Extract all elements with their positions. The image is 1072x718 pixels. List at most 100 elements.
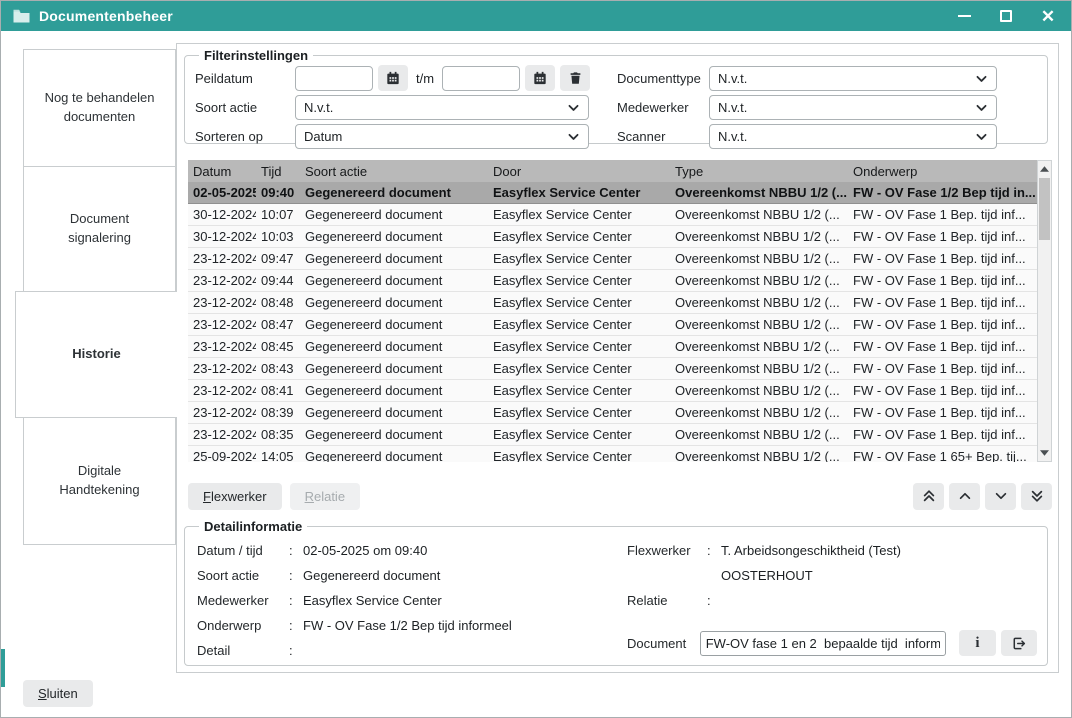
filter-legend: Filterinstellingen [199, 48, 313, 63]
scrollbar-thumb[interactable] [1039, 178, 1050, 240]
clear-dates-button[interactable] [560, 65, 590, 91]
cell-datum: 23-12-2024 [188, 273, 256, 288]
chevron-down-icon [567, 101, 580, 114]
table-row[interactable]: 23-12-2024 09:47 Gegenereerd document Ea… [188, 248, 1037, 270]
next-record-button[interactable] [985, 483, 1016, 510]
colon: : [707, 538, 721, 588]
documenttype-select[interactable]: N.v.t. [709, 66, 997, 91]
cell-datum: 30-12-2024 [188, 229, 256, 244]
cell-onderwerp: FW - OV Fase 1 Bep. tijd inf... [848, 361, 1037, 376]
cell-datum: 02-05-2025 [188, 185, 256, 200]
sluiten-button[interactable]: Sluiten [23, 680, 93, 707]
close-icon[interactable]: ✕ [1039, 7, 1057, 25]
maximize-icon[interactable] [997, 7, 1015, 25]
flexwerker-name: T. Arbeidsongeschiktheid (Test) [721, 538, 1037, 563]
previous-record-button[interactable] [949, 483, 980, 510]
cell-tijd: 08:43 [256, 361, 300, 376]
column-header-soort-actie[interactable]: Soort actie [300, 164, 488, 179]
column-header-tijd[interactable]: Tijd [256, 164, 300, 179]
first-record-button[interactable] [913, 483, 944, 510]
detail-row-onderwerp: Onderwerp : FW - OV Fase 1/2 Bep tijd in… [197, 613, 617, 638]
vertical-scrollbar[interactable] [1037, 160, 1052, 462]
cell-onderwerp: FW - OV Fase 1 Bep. tijd inf... [848, 427, 1037, 442]
colon: : [707, 588, 721, 613]
column-header-datum[interactable]: Datum [188, 164, 256, 179]
cell-soort-actie: Gegenereerd document [300, 427, 488, 442]
cell-soort-actie: Gegenereerd document [300, 361, 488, 376]
relatie-value [721, 588, 1037, 613]
detail-row-relatie: Relatie : [627, 588, 1037, 613]
column-header-door[interactable]: Door [488, 164, 670, 179]
detail-row-soort-actie: Soort actie : Gegenereerd document [197, 563, 617, 588]
table-row[interactable]: 30-12-2024 10:07 Gegenereerd document Ea… [188, 204, 1037, 226]
scanner-value: N.v.t. [718, 129, 747, 144]
column-header-onderwerp[interactable]: Onderwerp [848, 164, 1037, 179]
sidebar-tab-document-signalering[interactable]: Document signalering [23, 166, 176, 292]
cell-type: Overeenkomst NBBU 1/2 (... [670, 449, 848, 462]
cell-type: Overeenkomst NBBU 1/2 (... [670, 185, 848, 200]
chevron-down-icon [975, 101, 988, 114]
sidebar-tab-digitale-handtekening[interactable]: Digitale Handtekening [23, 417, 176, 545]
tab-label: Historie [72, 345, 120, 364]
calendar-from-button[interactable] [378, 65, 408, 91]
document-info-button[interactable]: i [959, 630, 995, 656]
colon: : [289, 538, 303, 563]
detail-label: Relatie [627, 588, 707, 613]
relatie-button[interactable]: Relatie [290, 483, 360, 510]
table-row[interactable]: 23-12-2024 08:39 Gegenereerd document Ea… [188, 402, 1037, 424]
table-row[interactable]: 23-12-2024 08:48 Gegenereerd document Ea… [188, 292, 1037, 314]
cell-tijd: 08:47 [256, 317, 300, 332]
table-row[interactable]: 23-12-2024 08:43 Gegenereerd document Ea… [188, 358, 1037, 380]
scanner-select[interactable]: N.v.t. [709, 124, 997, 149]
peildatum-to-input[interactable] [442, 66, 520, 91]
table-row[interactable]: 02-05-2025 09:40 Gegenereerd document Ea… [188, 182, 1037, 204]
flexwerker-button[interactable]: Flexwerker [188, 483, 282, 510]
scroll-up-icon[interactable] [1038, 161, 1051, 177]
cell-datum: 23-12-2024 [188, 295, 256, 310]
sidebar-tab-historie[interactable]: Historie [15, 291, 177, 418]
detail-value: Gegenereerd document [303, 563, 617, 588]
detail-label: Flexwerker [627, 538, 707, 588]
table-row[interactable]: 23-12-2024 09:44 Gegenereerd document Ea… [188, 270, 1037, 292]
cell-datum: 30-12-2024 [188, 207, 256, 222]
cell-door: Easyflex Service Center [488, 427, 670, 442]
sidebar-tab-nog-te-behandelen[interactable]: Nog te behandelen documenten [23, 49, 176, 167]
table-row[interactable]: 30-12-2024 10:03 Gegenereerd document Ea… [188, 226, 1037, 248]
cell-tijd: 09:44 [256, 273, 300, 288]
cell-soort-actie: Gegenereerd document [300, 295, 488, 310]
calendar-to-button[interactable] [525, 65, 555, 91]
left-accent-strip [1, 649, 5, 687]
detail-label: Document [627, 636, 700, 651]
table-row[interactable]: 23-12-2024 08:45 Gegenereerd document Ea… [188, 336, 1037, 358]
peildatum-from-input[interactable] [295, 66, 373, 91]
detail-fieldset: Detailinformatie Datum / tijd : 02-05-20… [184, 519, 1048, 666]
cell-tijd: 08:35 [256, 427, 300, 442]
table-row[interactable]: 23-12-2024 08:41 Gegenereerd document Ea… [188, 380, 1037, 402]
cell-onderwerp: FW - OV Fase 1 65+ Bep. tij... [848, 449, 1037, 462]
document-open-button[interactable] [1001, 630, 1037, 656]
cell-onderwerp: FW - OV Fase 1 Bep. tijd inf... [848, 295, 1037, 310]
detail-value: FW - OV Fase 1/2 Bep tijd informeel [303, 613, 617, 638]
table-row[interactable]: 23-12-2024 08:35 Gegenereerd document Ea… [188, 424, 1037, 446]
minimize-icon[interactable] [955, 7, 973, 25]
table-row[interactable]: 23-12-2024 08:47 Gegenereerd document Ea… [188, 314, 1037, 336]
filter-fieldset: Filterinstellingen Peildatum t/m [184, 48, 1048, 144]
soort-actie-select[interactable]: N.v.t. [295, 95, 589, 120]
cell-tijd: 08:41 [256, 383, 300, 398]
cell-door: Easyflex Service Center [488, 317, 670, 332]
cell-soort-actie: Gegenereerd document [300, 207, 488, 222]
document-filename-input[interactable] [700, 631, 947, 656]
detail-label: Medewerker [197, 588, 289, 613]
documentenbeheer-window: Documentenbeheer ✕ Nog te behandelen doc… [0, 0, 1072, 718]
sorteren-op-select[interactable]: Datum [295, 124, 589, 149]
history-table: Datum Tijd Soort actie Door Type Onderwe… [188, 160, 1052, 462]
column-header-type[interactable]: Type [670, 164, 848, 179]
medewerker-label: Medewerker [617, 100, 709, 115]
medewerker-select[interactable]: N.v.t. [709, 95, 997, 120]
detail-row-medewerker: Medewerker : Easyflex Service Center [197, 588, 617, 613]
cell-onderwerp: FW - OV Fase 1 Bep. tijd inf... [848, 383, 1037, 398]
scroll-down-icon[interactable] [1038, 445, 1051, 461]
table-row[interactable]: 25-09-2024 14:05 Gegenereerd document Ea… [188, 446, 1037, 462]
cell-door: Easyflex Service Center [488, 295, 670, 310]
last-record-button[interactable] [1021, 483, 1052, 510]
